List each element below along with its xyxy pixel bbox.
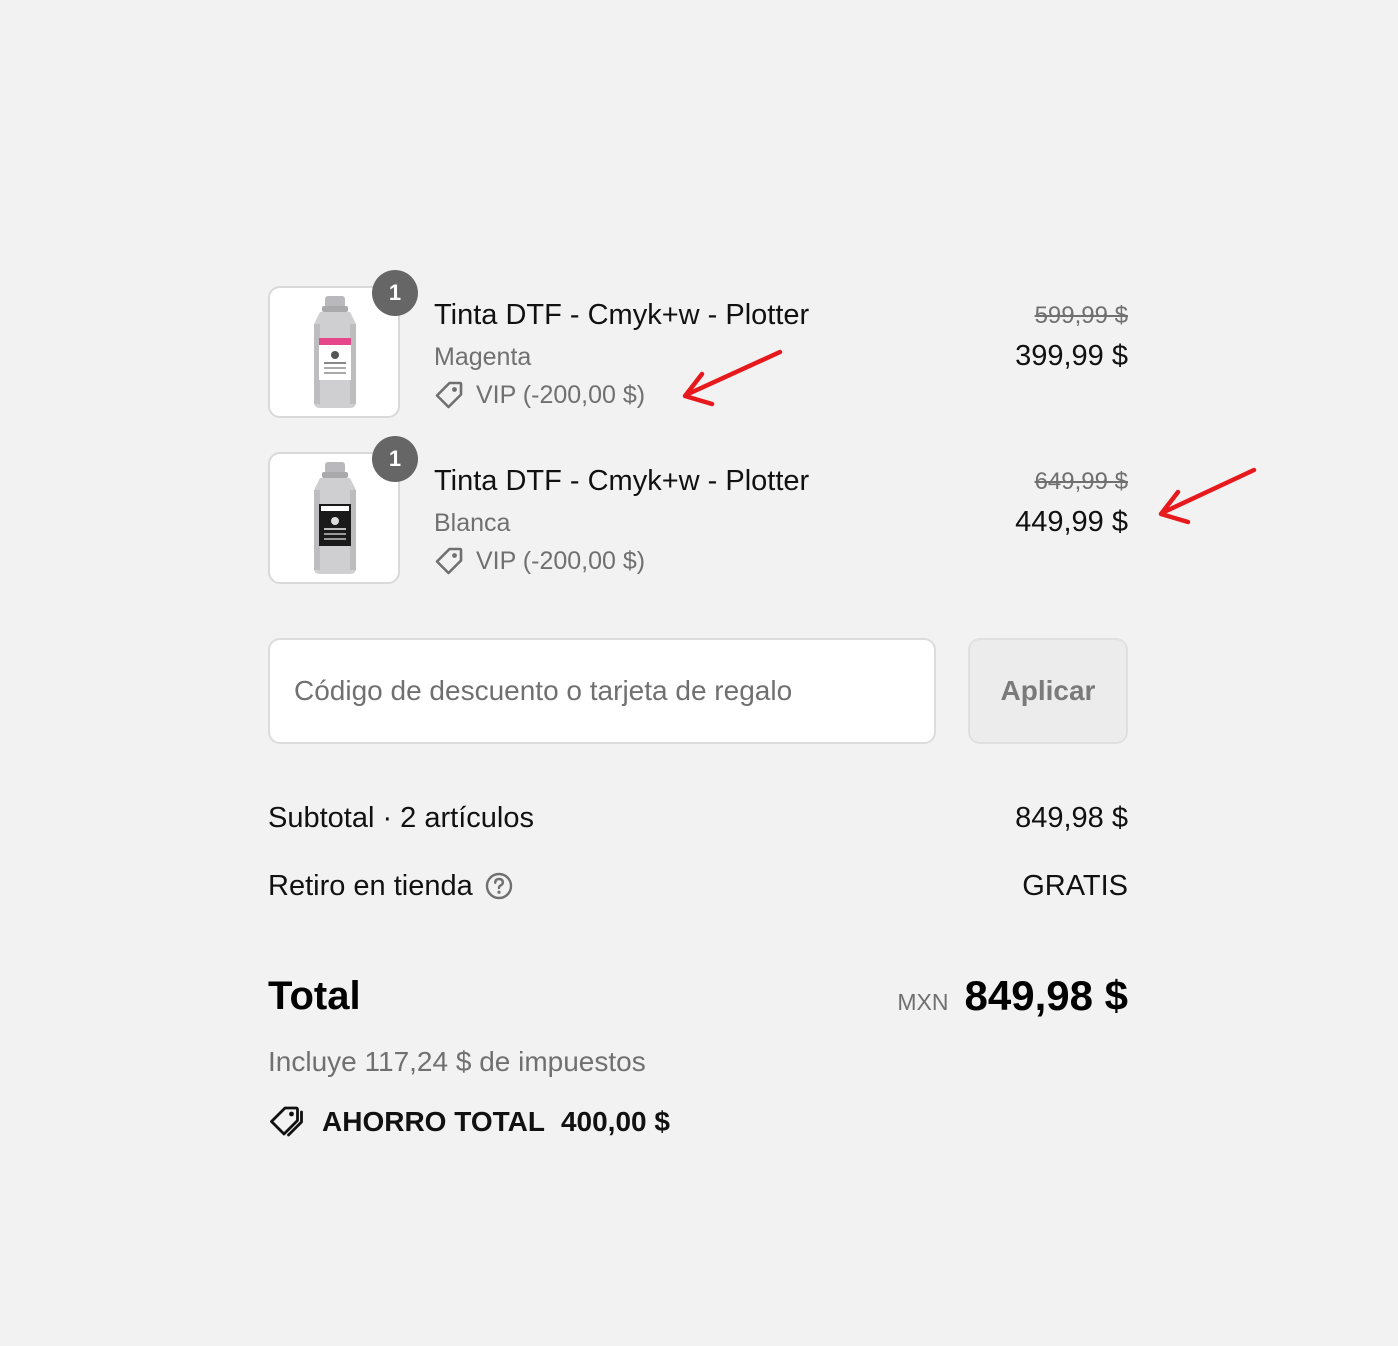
- ink-bottle-image: [314, 462, 356, 574]
- tag-icon: [435, 547, 463, 575]
- red-arrow-icon: [1158, 467, 1257, 525]
- savings-label: AHORRO TOTAL: [322, 1106, 545, 1137]
- red-arrow-icon: [682, 349, 783, 407]
- shipping-value: GRATIS: [1022, 870, 1128, 902]
- total-row: Total MXN 849,98 $: [268, 968, 1128, 1024]
- ink-bottle-image: [314, 296, 356, 408]
- total-label: Total: [268, 974, 361, 1018]
- shipping-row: Retiro en tienda GRATIS: [268, 866, 1128, 906]
- total-amount: 849,98 $: [964, 972, 1129, 1019]
- discount-code-input[interactable]: [268, 638, 936, 744]
- quantity-badge: 1: [372, 436, 418, 482]
- price-final: 449,99 $: [1015, 506, 1128, 538]
- shipping-label-wrap: Retiro en tienda: [268, 866, 513, 906]
- total-value-wrap: MXN 849,98 $: [897, 968, 1128, 1030]
- price-original: 649,99 $: [1034, 468, 1128, 495]
- price-final: 399,99 $: [1015, 340, 1128, 372]
- shipping-label: Retiro en tienda: [268, 870, 473, 902]
- line-item: 1 Tinta DTF - Cmyk+w - Plotter Blanca VI…: [268, 436, 1128, 602]
- currency-code: MXN: [897, 989, 949, 1015]
- subtotal-row: Subtotal · 2 artículos 849,98 $: [268, 798, 1128, 838]
- item-title: Tinta DTF - Cmyk+w - Plotter: [434, 299, 810, 331]
- subtotal-label: Subtotal · 2 artículos: [268, 802, 534, 834]
- item-variant: Blanca: [434, 509, 511, 537]
- item-discount: VIP (-200,00 $): [434, 544, 809, 578]
- price-original: 599,99 $: [1034, 302, 1128, 329]
- item-info: Tinta DTF - Cmyk+w - Plotter Blanca VIP …: [434, 462, 809, 578]
- price-column: 599,99 $ 399,99 $: [1015, 300, 1128, 376]
- discount-label: VIP (-200,00 $): [476, 547, 646, 575]
- discount-label: VIP (-200,00 $): [476, 381, 646, 409]
- item-title: Tinta DTF - Cmyk+w - Plotter: [434, 465, 810, 497]
- question-circle-icon[interactable]: [485, 872, 513, 900]
- savings-value: 400,00 $: [560, 1106, 670, 1137]
- tags-icon: [270, 1106, 303, 1137]
- quantity-badge: 1: [372, 270, 418, 316]
- tag-icon: [435, 381, 463, 409]
- discount-code-row: Aplicar: [268, 638, 1128, 746]
- subtotal-value: 849,98 $: [1015, 802, 1128, 834]
- tax-note: Incluye 117,24 $ de impuestos: [268, 1046, 646, 1077]
- total-savings: AHORRO TOTAL 400,00 $: [268, 1102, 1128, 1142]
- apply-discount-button[interactable]: Aplicar: [968, 638, 1128, 744]
- price-column: 649,99 $ 449,99 $: [1015, 466, 1128, 542]
